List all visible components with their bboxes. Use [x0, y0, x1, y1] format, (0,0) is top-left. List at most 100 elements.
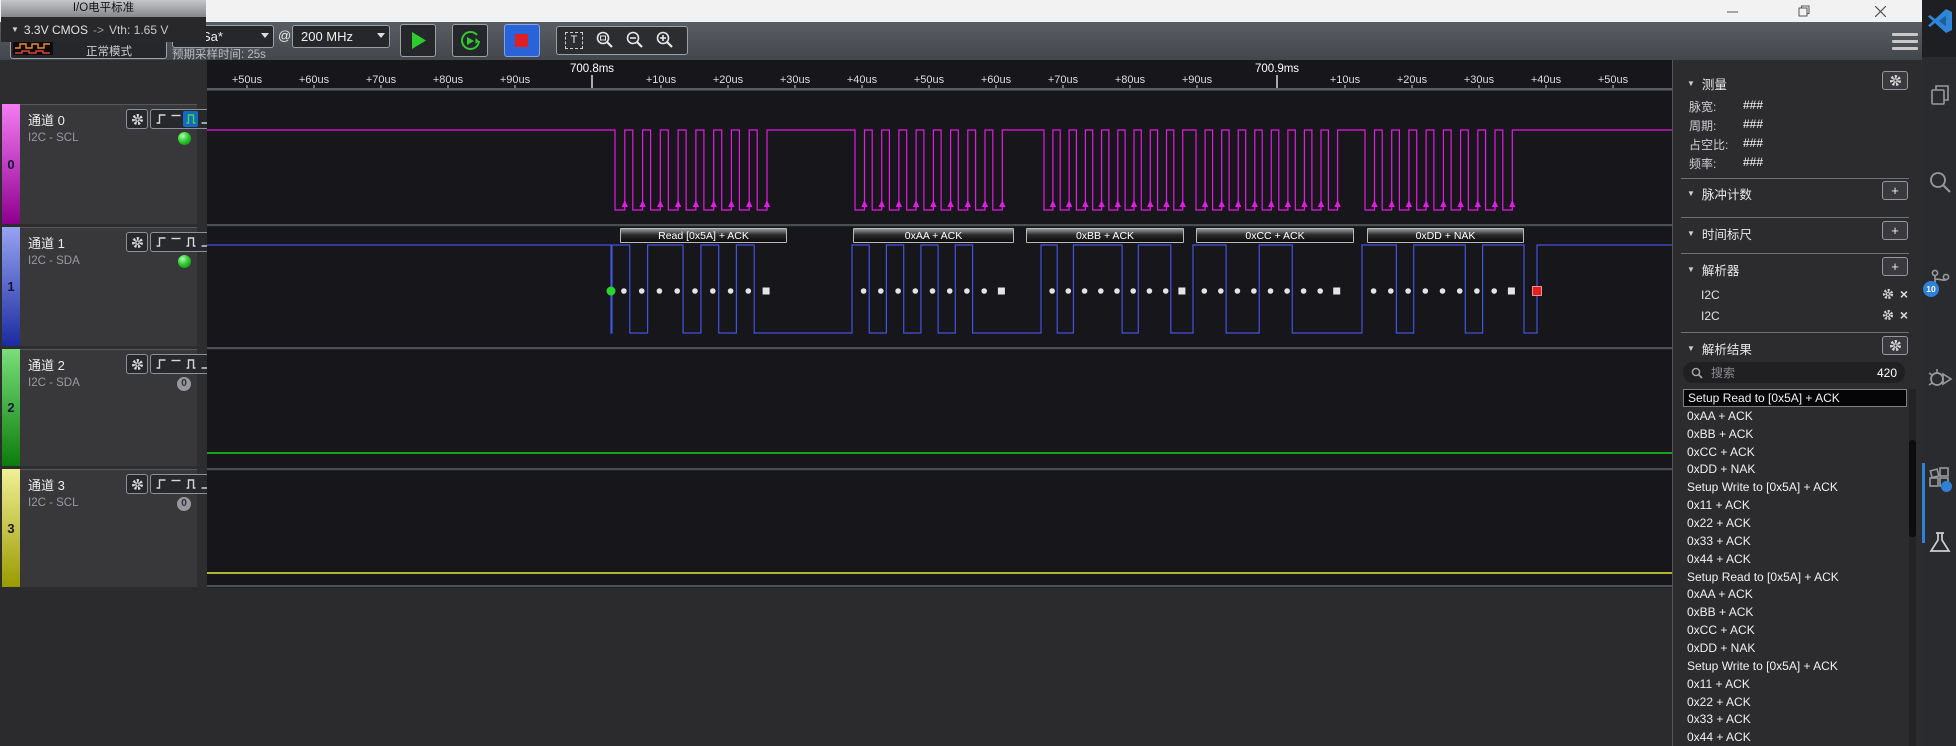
add-time-ruler-button[interactable]: +: [1882, 221, 1908, 240]
channel-settings-button[interactable]: [126, 109, 148, 129]
results-panel-header[interactable]: ▼ 解析结果: [1687, 339, 1752, 358]
device-mode: 正常模式: [55, 43, 163, 59]
result-row[interactable]: 0x44 + ACK: [1683, 728, 1907, 746]
add-decoder-button[interactable]: +: [1882, 257, 1908, 276]
result-row[interactable]: 0x33 + ACK: [1683, 710, 1907, 728]
restore-icon: [1798, 5, 1810, 17]
rising-edge-marker-icon: [1082, 200, 1088, 207]
decode-annotation[interactable]: 0xAA + ACK: [853, 228, 1014, 243]
results-search-box[interactable]: 420: [1683, 362, 1905, 383]
channel-box[interactable]: 通道 1I2C - SDA: [20, 227, 197, 346]
decode-annotation[interactable]: 0xBB + ACK: [1026, 228, 1184, 243]
result-row[interactable]: 0xDD + NAK: [1683, 639, 1907, 657]
results-settings-button[interactable]: [1882, 336, 1908, 355]
explorer-icon[interactable]: [1925, 80, 1955, 110]
decoder-panel-header[interactable]: ▼ 解析器: [1687, 260, 1739, 279]
remove-decoder-icon[interactable]: ×: [1900, 309, 1908, 321]
results-scrollbar[interactable]: [1909, 389, 1916, 746]
result-row[interactable]: Setup Write to [0x5A] + ACK: [1683, 657, 1907, 675]
io-level-selector[interactable]: ▼ 3.3V CMOS -> Vth: 1.65 V: [1, 17, 206, 42]
trigger-both-edges-button[interactable]: [183, 234, 198, 250]
result-row[interactable]: 0xAA + ACK: [1683, 407, 1907, 425]
zoom-in-icon[interactable]: [655, 30, 675, 50]
gear-icon[interactable]: [1882, 309, 1894, 321]
source-control-icon[interactable]: 10: [1925, 265, 1955, 295]
decode-annotation[interactable]: 0xDD + NAK: [1367, 228, 1524, 243]
result-row[interactable]: 0x33 + ACK: [1683, 532, 1907, 550]
ruler-minor-label: +50us: [914, 74, 945, 86]
text-select-tool-icon[interactable]: T: [565, 32, 583, 49]
result-row[interactable]: 0x11 + ACK: [1683, 496, 1907, 514]
result-row[interactable]: 0xAA + ACK: [1683, 585, 1907, 603]
menu-hamburger-icon[interactable]: [1892, 29, 1918, 54]
result-row[interactable]: 0x22 + ACK: [1683, 514, 1907, 532]
extensions-icon[interactable]: [1925, 463, 1955, 493]
rising-edge-marker-icon: [1389, 200, 1395, 207]
time-ruler-panel-header[interactable]: ▼ 时间标尺: [1687, 224, 1752, 243]
close-button[interactable]: [1858, 0, 1902, 22]
result-row[interactable]: 0xCC + ACK: [1683, 443, 1907, 461]
trigger-both-edges-button[interactable]: [183, 111, 198, 127]
search-icon[interactable]: [1925, 167, 1955, 197]
trigger-rising-edge-button[interactable]: [153, 111, 168, 127]
gear-icon[interactable]: [1882, 288, 1894, 300]
trigger-both-edges-button[interactable]: [183, 356, 198, 372]
channel-settings-button[interactable]: [126, 354, 148, 374]
remove-decoder-icon[interactable]: ×: [1900, 288, 1908, 300]
result-row[interactable]: 0xBB + ACK: [1683, 425, 1907, 443]
trigger-high-level-button[interactable]: [168, 111, 183, 127]
results-list[interactable]: Setup Read to [0x5A] + ACK0xAA + ACK0xBB…: [1683, 389, 1907, 746]
decode-annotation[interactable]: 0xCC + ACK: [1196, 228, 1354, 243]
measure-panel-title: 测量: [1702, 74, 1727, 93]
result-row[interactable]: 0x44 + ACK: [1683, 550, 1907, 568]
trigger-high-level-button[interactable]: [168, 476, 183, 492]
zoom-out-icon[interactable]: [625, 30, 645, 50]
vscode-logo-icon[interactable]: [1925, 6, 1955, 36]
decoder-instance-label[interactable]: I2C: [1701, 309, 1720, 323]
channel-box[interactable]: 通道 2I2C - SDA0: [20, 349, 197, 466]
channel-protocol-label: I2C - SDA: [28, 255, 80, 267]
zoom-region-icon[interactable]: [595, 30, 615, 50]
channel-settings-button[interactable]: [126, 474, 148, 494]
maximize-button[interactable]: [1782, 0, 1826, 22]
bit-marker-dot: [728, 288, 734, 294]
result-row[interactable]: 0xDD + NAK: [1683, 460, 1907, 478]
decoder-instance-label[interactable]: I2C: [1701, 288, 1720, 302]
result-row[interactable]: Setup Write to [0x5A] + ACK: [1683, 478, 1907, 496]
measure-panel-header[interactable]: ▼ 测量: [1687, 74, 1727, 93]
channel-box[interactable]: 通道 0I2C - SCL: [20, 104, 197, 224]
test-flask-icon[interactable]: [1925, 528, 1955, 558]
channel-color-bar: 2: [2, 349, 20, 466]
trigger-high-level-button[interactable]: [168, 356, 183, 372]
start-capture-button[interactable]: [400, 24, 436, 57]
rising-edge-marker-icon: [1334, 200, 1340, 207]
trigger-high-level-button[interactable]: [168, 234, 183, 250]
result-row[interactable]: 0x11 + ACK: [1683, 675, 1907, 693]
trigger-rising-edge-button[interactable]: [153, 234, 168, 250]
scrollbar-thumb[interactable]: [1909, 440, 1916, 537]
frequency-select[interactable]: 200 MHz: [292, 25, 390, 48]
result-row[interactable]: Setup Read to [0x5A] + ACK: [1683, 389, 1907, 407]
stop-capture-button[interactable]: [504, 24, 540, 57]
rising-edge-marker-icon: [1163, 200, 1169, 207]
channel-settings-button[interactable]: [126, 232, 148, 252]
waveform-viewport[interactable]: +50us+60us+70us+80us+90us+10us+20us+30us…: [207, 60, 1672, 588]
decode-annotation[interactable]: Read [0x5A] + ACK: [620, 228, 787, 243]
result-row[interactable]: 0xCC + ACK: [1683, 621, 1907, 639]
search-input[interactable]: [1709, 365, 1871, 381]
loop-capture-button[interactable]: [452, 24, 488, 57]
result-row[interactable]: 0xBB + ACK: [1683, 603, 1907, 621]
result-row[interactable]: Setup Read to [0x5A] + ACK: [1683, 568, 1907, 586]
channel-box[interactable]: 通道 3I2C - SCL0: [20, 469, 197, 587]
minimize-button[interactable]: [1710, 0, 1754, 22]
run-debug-icon[interactable]: [1925, 363, 1955, 393]
measure-field-label: 频率:: [1689, 155, 1716, 172]
add-pulse-count-button[interactable]: +: [1882, 181, 1908, 200]
result-row[interactable]: 0x22 + ACK: [1683, 693, 1907, 711]
measure-settings-button[interactable]: [1882, 71, 1908, 90]
trigger-rising-edge-button[interactable]: [153, 476, 168, 492]
pulse-count-panel-header[interactable]: ▼ 脉冲计数: [1687, 184, 1752, 203]
trigger-both-edges-button[interactable]: [183, 476, 198, 492]
gear-icon: [131, 113, 144, 126]
trigger-rising-edge-button[interactable]: [153, 356, 168, 372]
